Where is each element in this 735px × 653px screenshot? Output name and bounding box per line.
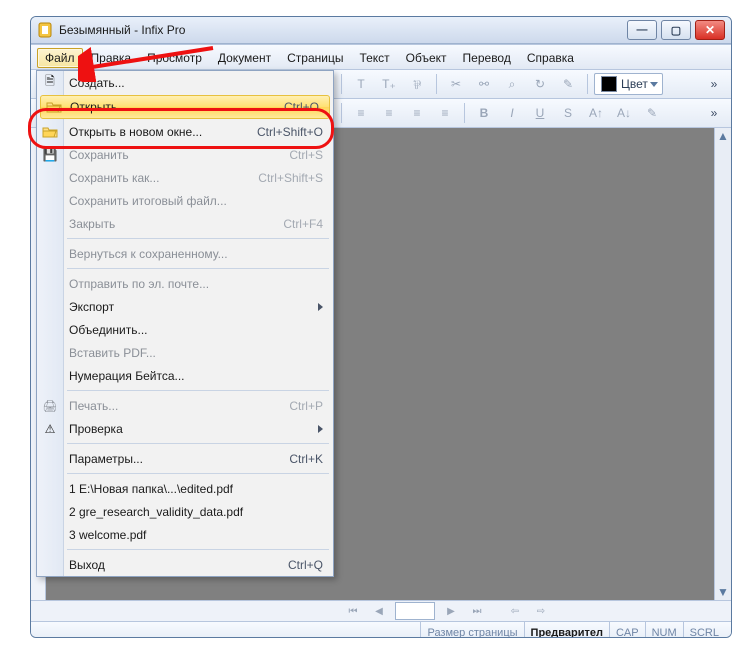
menu-create[interactable]: 🗎 Создать... xyxy=(37,71,333,94)
scroll-up-icon[interactable]: ▲ xyxy=(715,128,731,144)
close-button[interactable]: ✕ xyxy=(695,20,725,40)
pencil-icon[interactable]: ✎ xyxy=(555,72,581,96)
menu-pages[interactable]: Страницы xyxy=(279,48,351,68)
menu-save-final[interactable]: Сохранить итоговый файл... xyxy=(37,189,333,212)
statusbar: Размер страницы Предварител CAP NUM SCRL xyxy=(31,622,731,638)
submenu-arrow-icon xyxy=(318,425,323,433)
nav-next-icon[interactable]: ▶ xyxy=(441,602,461,620)
minimize-button[interactable]: — xyxy=(627,20,657,40)
nav-last-icon[interactable]: ⏭ xyxy=(467,602,487,620)
titlebar: Безымянный - Infix Pro — ▢ ✕ xyxy=(31,17,731,44)
page-nav: ⏮ ◀ ▶ ⏭ ⇦ ⇨ xyxy=(31,601,731,622)
menu-file[interactable]: Файл xyxy=(37,48,83,68)
menu-document[interactable]: Документ xyxy=(210,48,279,68)
menu-help[interactable]: Справка xyxy=(519,48,582,68)
status-scrl: SCRL xyxy=(683,622,725,638)
file-menu-dropdown: 🗎 Создать... Открыть... Ctrl+O Открыть в… xyxy=(36,70,334,577)
menu-check[interactable]: ⚠ Проверка xyxy=(37,417,333,440)
menu-export[interactable]: Экспорт xyxy=(37,295,333,318)
highlight-icon[interactable]: ✎ xyxy=(639,101,665,125)
menu-save-as[interactable]: Сохранить как... Ctrl+Shift+S xyxy=(37,166,333,189)
app-icon xyxy=(37,22,53,38)
status-preview[interactable]: Предварител xyxy=(524,622,609,638)
color-label: Цвет xyxy=(621,77,648,91)
menu-object[interactable]: Объект xyxy=(398,48,455,68)
menu-insert-pdf[interactable]: Вставить PDF... xyxy=(37,341,333,364)
menu-translate[interactable]: Перевод xyxy=(455,48,519,68)
menu-open-new-window[interactable]: Открыть в новом окне... Ctrl+Shift+O xyxy=(37,120,333,143)
menu-save[interactable]: 💾 Сохранить Ctrl+S xyxy=(37,143,333,166)
warning-icon: ⚠ xyxy=(41,420,59,438)
status-cap: CAP xyxy=(609,622,645,638)
italic-icon[interactable]: I xyxy=(499,101,525,125)
text-plus-icon[interactable]: T₊ xyxy=(376,72,402,96)
menu-revert[interactable]: Вернуться к сохраненному... xyxy=(37,242,333,265)
text-tool-icon[interactable]: T xyxy=(348,72,374,96)
link-icon[interactable]: ⚯ xyxy=(471,72,497,96)
overflow-icon[interactable]: » xyxy=(701,72,727,96)
printer-icon: 🖨 xyxy=(41,397,59,415)
new-doc-icon: 🗎 xyxy=(41,74,59,92)
folder-open-icon xyxy=(41,123,59,141)
menu-recent-2[interactable]: 2 gre_research_validity_data.pdf xyxy=(37,500,333,523)
menu-view[interactable]: Просмотр xyxy=(139,48,210,68)
submenu-arrow-icon xyxy=(318,303,323,311)
window-title: Безымянный - Infix Pro xyxy=(59,23,623,37)
menu-close[interactable]: Закрыть Ctrl+F4 xyxy=(37,212,333,235)
underline-icon[interactable]: U xyxy=(527,101,553,125)
page-number-field[interactable] xyxy=(395,602,435,620)
align-justify-icon[interactable]: ≡ xyxy=(432,101,458,125)
nav-back-icon[interactable]: ⇦ xyxy=(505,602,525,620)
menu-email[interactable]: Отправить по эл. почте... xyxy=(37,272,333,295)
menu-print[interactable]: 🖨 Печать... Ctrl+P xyxy=(37,394,333,417)
menu-open[interactable]: Открыть... Ctrl+O xyxy=(40,95,330,119)
menu-join[interactable]: Объединить... xyxy=(37,318,333,341)
menu-exit[interactable]: Выход Ctrl+Q xyxy=(37,553,333,576)
overflow-icon-2[interactable]: » xyxy=(701,101,727,125)
color-picker[interactable]: Цвет xyxy=(594,73,663,95)
superscript-icon[interactable]: A↑ xyxy=(583,101,609,125)
scroll-down-icon[interactable]: ▼ xyxy=(715,584,731,600)
menu-edit[interactable]: Правка xyxy=(83,48,140,68)
status-page-size: Размер страницы xyxy=(420,622,523,638)
text-link-icon[interactable]: ⅌ xyxy=(404,72,430,96)
align-center-icon[interactable]: ≡ xyxy=(376,101,402,125)
status-num: NUM xyxy=(645,622,683,638)
menu-recent-3[interactable]: 3 welcome.pdf xyxy=(37,523,333,546)
nav-forward-icon[interactable]: ⇨ xyxy=(531,602,551,620)
maximize-button[interactable]: ▢ xyxy=(661,20,691,40)
align-right-icon[interactable]: ≡ xyxy=(404,101,430,125)
strike-icon[interactable]: S xyxy=(555,101,581,125)
menu-bates[interactable]: Нумерация Бейтса... xyxy=(37,364,333,387)
bold-icon[interactable]: B xyxy=(471,101,497,125)
save-icon: 💾 xyxy=(41,146,59,164)
subscript-icon[interactable]: A↓ xyxy=(611,101,637,125)
color-swatch xyxy=(601,76,617,92)
nav-first-icon[interactable]: ⏮ xyxy=(343,602,363,620)
menubar: Файл Правка Просмотр Документ Страницы Т… xyxy=(31,44,731,70)
align-left-icon[interactable]: ≡ xyxy=(348,101,374,125)
menu-recent-1[interactable]: 1 E:\Новая папка\...\edited.pdf xyxy=(37,477,333,500)
camera-icon[interactable]: ⌕ xyxy=(499,72,525,96)
vertical-scrollbar[interactable]: ▲ ▼ xyxy=(714,128,731,600)
folder-open-icon xyxy=(45,98,63,116)
menu-text[interactable]: Текст xyxy=(351,48,397,68)
nav-prev-icon[interactable]: ◀ xyxy=(369,602,389,620)
crop-icon[interactable]: ✂ xyxy=(443,72,469,96)
menu-preferences[interactable]: Параметры... Ctrl+K xyxy=(37,447,333,470)
rotate-icon[interactable]: ↻ xyxy=(527,72,553,96)
